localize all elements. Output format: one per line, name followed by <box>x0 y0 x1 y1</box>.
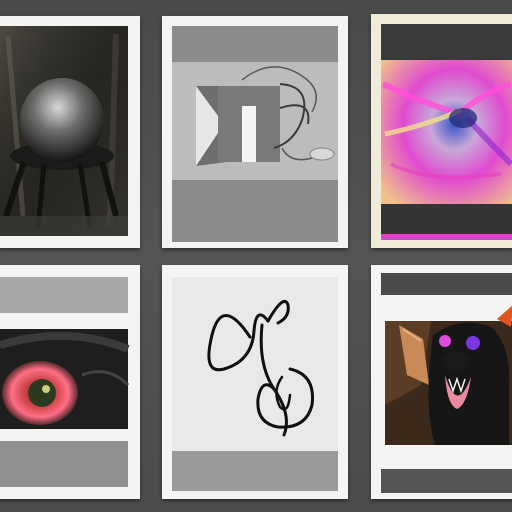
artwork-card-line-drawing[interactable] <box>162 265 348 499</box>
geometric-artwork <box>162 16 348 248</box>
artwork-card-eye[interactable] <box>0 265 140 499</box>
artwork-card-dark-creature[interactable] <box>371 265 512 499</box>
colorful-creature-artwork <box>371 14 512 248</box>
line-drawing-artwork <box>162 265 348 499</box>
dark-creature-artwork <box>371 265 512 499</box>
eye-artwork <box>0 265 140 499</box>
artwork-card-geometric[interactable] <box>162 16 348 248</box>
artwork-card-colorful-creature[interactable] <box>371 14 512 248</box>
sphere-artwork <box>0 16 140 248</box>
artwork-card-sphere[interactable] <box>0 16 140 248</box>
gallery-board <box>0 0 512 512</box>
